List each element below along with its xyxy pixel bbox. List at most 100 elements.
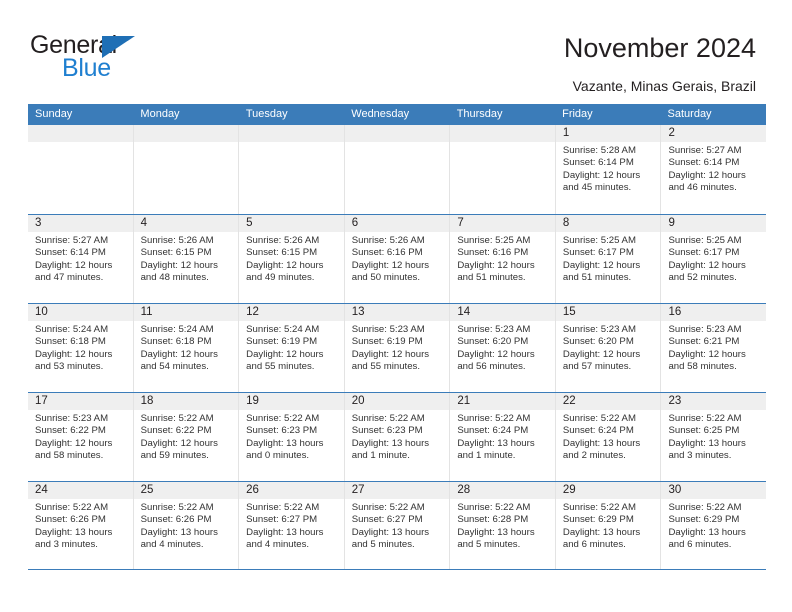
day-details: Sunrise: 5:22 AM Sunset: 6:28 PM Daylight:…: [450, 499, 555, 552]
daylight-text-line2: and 6 minutes.: [668, 539, 732, 551]
day-cell[interactable]: 17 Sunrise: 5:23 AM Sunset: 6:22 PM Dayligh…: [28, 393, 133, 481]
day-cell[interactable]: 5 Sunrise: 5:26 AM Sunset: 6:15 PM Daylight…: [238, 215, 344, 303]
weekday-header-thursday: Thursday: [456, 108, 503, 120]
sunset-text: Sunset: 6:19 PM: [351, 336, 423, 348]
day-cell[interactable]: [28, 125, 133, 214]
day-details: Sunrise: 5:23 AM Sunset: 6:20 PM Daylight:…: [450, 321, 555, 374]
sunset-text: Sunset: 6:20 PM: [562, 336, 634, 348]
sunset-text: Sunset: 6:14 PM: [562, 157, 634, 169]
day-cell[interactable]: 11 Sunrise: 5:24 AM Sunset: 6:18 PM Dayligh…: [132, 304, 239, 392]
daylight-text-line2: and 51 minutes.: [457, 272, 526, 284]
day-cell[interactable]: 19 Sunrise: 5:22 AM Sunset: 6:23 PM Dayligh…: [238, 393, 344, 481]
daylight-text-line2: and 6 minutes.: [562, 539, 626, 551]
day-details: Sunrise: 5:24 AM Sunset: 6:18 PM Daylight:…: [134, 321, 239, 374]
day-cell[interactable]: 26 Sunrise: 5:22 AM Sunset: 6:27 PM Dayligh…: [238, 482, 344, 569]
day-number: [239, 125, 344, 142]
day-cell[interactable]: 9 Sunrise: 5:25 AM Sunset: 6:17 PM Daylight…: [660, 215, 767, 303]
day-number: 11: [133, 304, 239, 321]
sunrise-text: Sunrise: 5:22 AM: [668, 502, 742, 513]
sunrise-text: Sunrise: 5:22 AM: [35, 502, 109, 513]
day-cell[interactable]: 23 Sunrise: 5:22 AM Sunset: 6:25 PM Dayligh…: [660, 393, 767, 481]
daylight-text-line1: Daylight: 12 hours: [140, 259, 218, 271]
day-number: 30: [661, 482, 767, 499]
day-number: [133, 125, 239, 142]
sunrise-text: Sunrise: 5:27 AM: [668, 145, 742, 156]
daylight-text-line2: and 59 minutes.: [140, 450, 209, 462]
day-cell[interactable]: 3 Sunrise: 5:27 AM Sunset: 6:14 PM Daylight…: [28, 215, 133, 303]
day-cell[interactable]: 16 Sunrise: 5:23 AM Sunset: 6:21 PM Dayligh…: [660, 304, 767, 392]
day-details: Sunrise: 5:26 AM Sunset: 6:16 PM Daylight:…: [345, 232, 450, 285]
day-cell[interactable]: 10 Sunrise: 5:24 AM Sunset: 6:18 PM Dayligh…: [28, 304, 133, 392]
day-cell[interactable]: 18 Sunrise: 5:22 AM Sunset: 6:22 PM Dayligh…: [132, 393, 239, 481]
daylight-text-line2: and 5 minutes.: [351, 539, 415, 551]
sunset-text: Sunset: 6:18 PM: [35, 336, 106, 348]
day-cell[interactable]: 2 Sunrise: 5:27 AM Sunset: 6:14 PM Daylight…: [660, 125, 767, 214]
day-cell[interactable]: 7 Sunrise: 5:25 AM Sunset: 6:16 PM Daylight…: [449, 215, 555, 303]
sunrise-text: Sunrise: 5:27 AM: [35, 235, 109, 246]
day-number: [28, 125, 133, 142]
day-details: Sunrise: 5:22 AM Sunset: 6:22 PM Daylight:…: [134, 410, 239, 463]
daylight-text-line1: Daylight: 12 hours: [246, 348, 324, 360]
day-cell[interactable]: 8 Sunrise: 5:25 AM Sunset: 6:17 PM Daylight…: [554, 215, 661, 303]
day-details: Sunrise: 5:27 AM Sunset: 6:14 PM Daylight:…: [661, 142, 766, 195]
daylight-text-line1: Daylight: 13 hours: [351, 437, 430, 449]
day-details: Sunrise: 5:25 AM Sunset: 6:17 PM Daylight:…: [556, 232, 661, 285]
day-cell[interactable]: 30 Sunrise: 5:22 AM Sunset: 6:29 PM Dayligh…: [660, 482, 767, 569]
daylight-text-line1: Daylight: 12 hours: [668, 348, 746, 360]
sunrise-text: Sunrise: 5:22 AM: [351, 502, 425, 513]
daylight-text-line2: and 53 minutes.: [35, 361, 104, 373]
day-cell[interactable]: 29 Sunrise: 5:22 AM Sunset: 6:29 PM Dayligh…: [554, 482, 661, 569]
day-details: Sunrise: 5:22 AM Sunset: 6:24 PM Daylight:…: [556, 410, 661, 463]
day-details: Sunrise: 5:22 AM Sunset: 6:26 PM Daylight:…: [28, 499, 133, 552]
daylight-text-line1: Daylight: 12 hours: [457, 348, 535, 360]
day-cell[interactable]: 28 Sunrise: 5:22 AM Sunset: 6:28 PM Dayligh…: [449, 482, 555, 569]
day-details: Sunrise: 5:23 AM Sunset: 6:21 PM Daylight:…: [661, 321, 766, 374]
day-cell[interactable]: 20 Sunrise: 5:22 AM Sunset: 6:23 PM Dayligh…: [343, 393, 450, 481]
day-cell[interactable]: 22 Sunrise: 5:22 AM Sunset: 6:24 PM Dayligh…: [554, 393, 661, 481]
day-number: 24: [28, 482, 133, 499]
day-details: Sunrise: 5:26 AM Sunset: 6:15 PM Daylight:…: [239, 232, 344, 285]
day-cell[interactable]: 13 Sunrise: 5:23 AM Sunset: 6:19 PM Dayligh…: [343, 304, 450, 392]
weekday-header-sunday: Sunday: [35, 108, 73, 120]
day-cell[interactable]: [238, 125, 344, 214]
day-details: Sunrise: 5:23 AM Sunset: 6:22 PM Daylight:…: [28, 410, 133, 463]
day-number: 14: [450, 304, 555, 321]
daylight-text-line1: Daylight: 12 hours: [35, 348, 113, 360]
day-details: Sunrise: 5:22 AM Sunset: 6:29 PM Daylight:…: [661, 499, 766, 552]
sunrise-text: Sunrise: 5:23 AM: [562, 324, 636, 335]
day-details: Sunrise: 5:22 AM Sunset: 6:29 PM Daylight:…: [556, 499, 661, 552]
sunset-text: Sunset: 6:14 PM: [35, 247, 106, 259]
day-cell[interactable]: 15 Sunrise: 5:23 AM Sunset: 6:20 PM Dayligh…: [554, 304, 661, 392]
day-number: 6: [344, 215, 450, 232]
sunset-text: Sunset: 6:26 PM: [140, 514, 212, 526]
daylight-text-line1: Daylight: 12 hours: [351, 348, 430, 360]
day-details: [450, 142, 555, 145]
day-cell[interactable]: 27 Sunrise: 5:22 AM Sunset: 6:27 PM Dayligh…: [343, 482, 450, 569]
daylight-text-line2: and 55 minutes.: [246, 361, 315, 373]
sunset-text: Sunset: 6:15 PM: [246, 247, 318, 259]
day-cell[interactable]: 14 Sunrise: 5:23 AM Sunset: 6:20 PM Dayligh…: [449, 304, 555, 392]
sunrise-text: Sunrise: 5:23 AM: [351, 324, 425, 335]
day-cell[interactable]: 25 Sunrise: 5:22 AM Sunset: 6:26 PM Dayligh…: [132, 482, 239, 569]
day-cell[interactable]: [343, 125, 450, 214]
daylight-text-line2: and 47 minutes.: [35, 272, 104, 284]
day-cell[interactable]: 21 Sunrise: 5:22 AM Sunset: 6:24 PM Dayligh…: [449, 393, 555, 481]
daylight-text-line1: Daylight: 12 hours: [562, 169, 641, 181]
weekday-header-friday: Friday: [562, 108, 593, 120]
day-cell[interactable]: 12 Sunrise: 5:24 AM Sunset: 6:19 PM Dayligh…: [238, 304, 344, 392]
day-details: Sunrise: 5:25 AM Sunset: 6:17 PM Daylight:…: [661, 232, 766, 285]
day-cell[interactable]: [132, 125, 239, 214]
day-cell[interactable]: 24 Sunrise: 5:22 AM Sunset: 6:26 PM Dayligh…: [28, 482, 133, 569]
day-number: 8: [555, 215, 661, 232]
daylight-text-line2: and 49 minutes.: [246, 272, 315, 284]
day-cell[interactable]: 1 Sunrise: 5:28 AM Sunset: 6:14 PM Daylight…: [554, 125, 661, 214]
sunset-text: Sunset: 6:25 PM: [668, 425, 740, 437]
day-cell[interactable]: 6 Sunrise: 5:26 AM Sunset: 6:16 PM Daylight…: [343, 215, 450, 303]
sunrise-text: Sunrise: 5:23 AM: [35, 413, 109, 424]
day-cell[interactable]: [449, 125, 555, 214]
daylight-text-line1: Daylight: 13 hours: [246, 437, 324, 449]
sunrise-text: Sunrise: 5:23 AM: [457, 324, 531, 335]
sunset-text: Sunset: 6:22 PM: [140, 425, 212, 437]
daylight-text-line2: and 46 minutes.: [668, 182, 737, 194]
day-cell[interactable]: 4 Sunrise: 5:26 AM Sunset: 6:15 PM Daylight…: [132, 215, 239, 303]
